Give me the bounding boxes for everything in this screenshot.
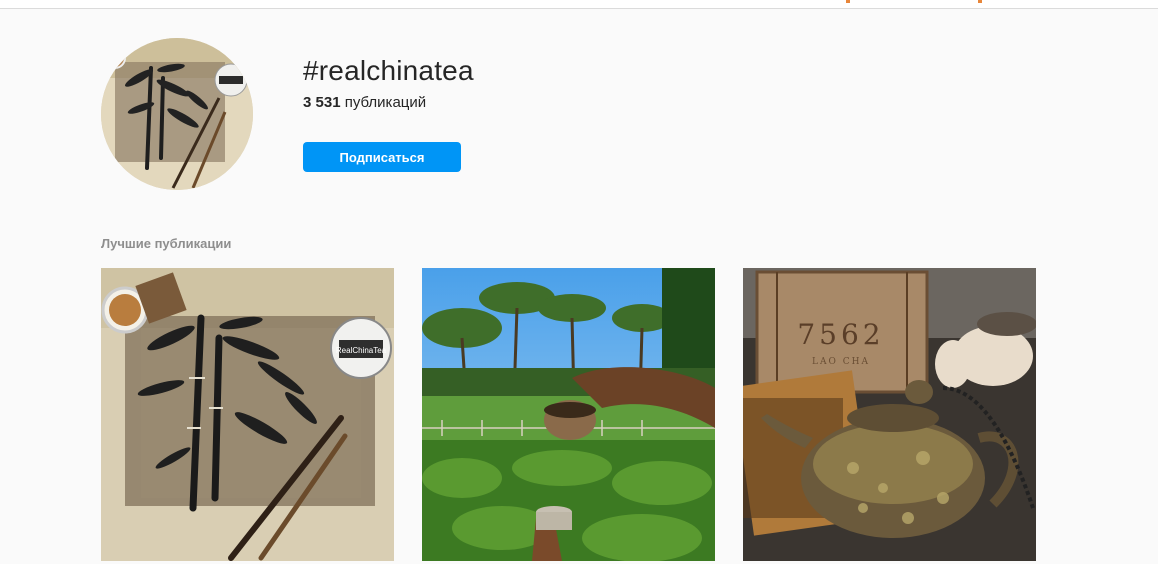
top-navigation-bar [0,0,1158,9]
hashtag-avatar [101,38,253,190]
teapot-image: 7562 LAO CHA [743,268,1036,561]
post-tile-1[interactable]: RealChinaTea [101,268,394,561]
park-tea-pour-image [422,268,715,561]
brick-label: 7562 [797,318,884,351]
bamboo-painting-avatar-image [101,38,253,190]
post-count-number: 3 531 [303,94,341,111]
hashtag-title: #realchinatea [303,55,474,86]
brick-sublabel: LAO CHA [812,357,870,367]
post-tile-2[interactable] [422,268,715,561]
post-count-label: публикаций [344,94,427,111]
post-count: 3 531 публикаций [303,94,426,111]
nav-accent-mark [978,0,982,3]
jar-label: RealChinaTea [336,346,387,355]
bamboo-painting-image: RealChinaTea [101,268,394,561]
post-tile-3[interactable]: 7562 LAO CHA [743,268,1036,561]
follow-button[interactable]: Подписаться [303,142,461,172]
nav-accent-mark [846,0,850,3]
top-posts-heading: Лучшие публикации [101,236,232,251]
